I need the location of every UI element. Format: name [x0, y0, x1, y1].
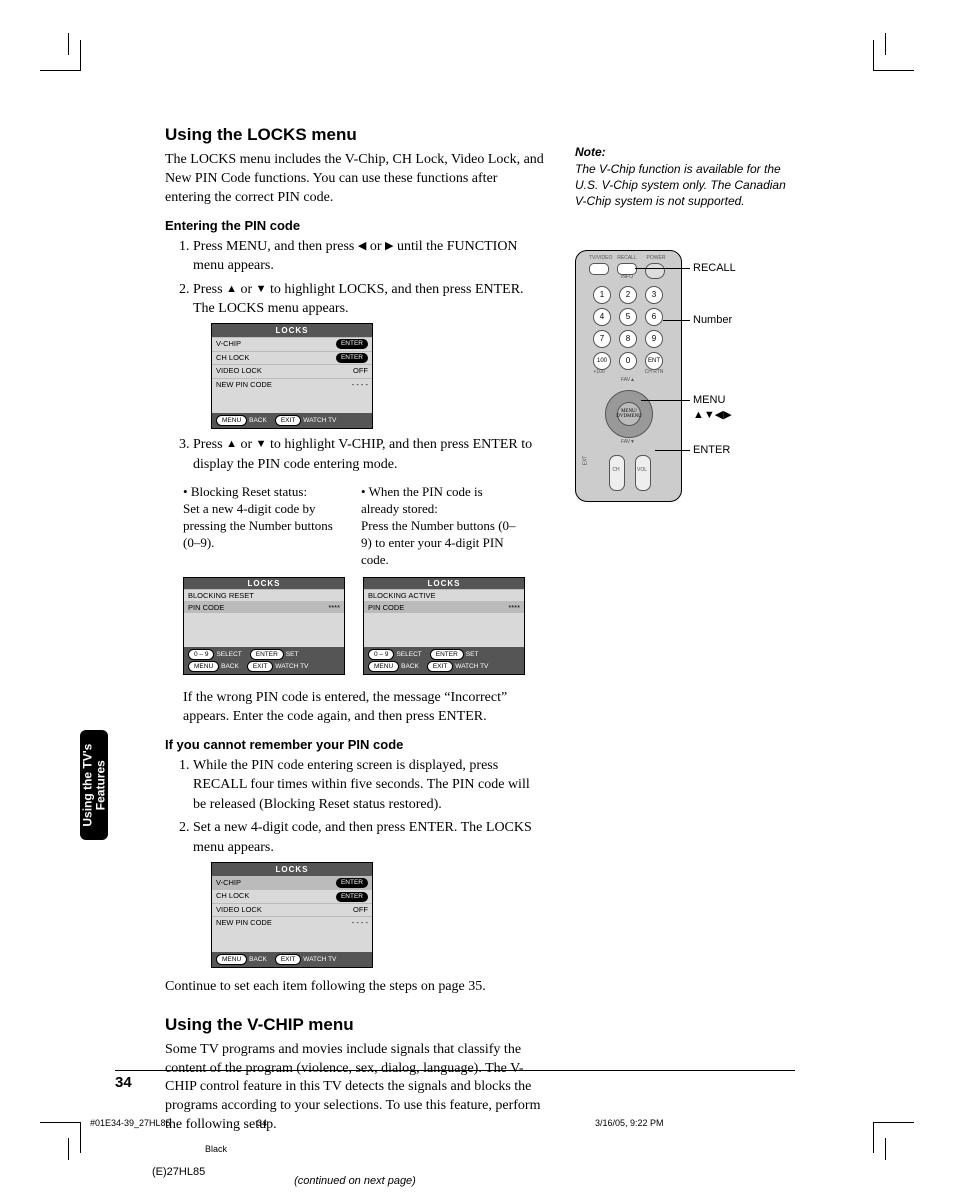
continue-text: Continue to set each item following the … [165, 978, 545, 997]
callout-recall: RECALL [693, 262, 736, 274]
remote-btn-5: 5 [619, 308, 637, 326]
crop-mark-tl [40, 40, 81, 71]
osd-title: LOCKS [212, 324, 372, 337]
remote-btn-1: 1 [593, 286, 611, 304]
heading-entering-pin: Entering the PIN code [165, 218, 545, 233]
osd-locks-menu-2: LOCKS V-CHIPENTER CH LOCKENTER VIDEO LOC… [211, 862, 373, 968]
remote-btn-9: 9 [645, 330, 663, 348]
heading-vchip: Using the V-CHIP menu [165, 1015, 545, 1035]
forgot-step-2: Set a new 4-digit code, and then press E… [193, 818, 545, 967]
callout-enter: ENTER [693, 444, 730, 456]
footer-page: 34 [257, 1118, 267, 1128]
down-arrow-icon: ▼ [256, 438, 267, 450]
remote-btn-ent: ENT [645, 352, 663, 370]
remote-btn-100: 100 [593, 352, 611, 370]
remote-btn-7: 7 [593, 330, 611, 348]
bullet-stored: • When the PIN code is already stored: P… [361, 484, 521, 568]
bullet-reset: • Blocking Reset status: Set a new 4-dig… [183, 484, 343, 568]
remote-diagram: TV/VIDEO RECALL POWER INFO 1 2 3 4 5 6 7… [575, 250, 680, 500]
crop-mark [68, 33, 69, 55]
callout-menu: MENU [693, 394, 725, 406]
osd-locks-menu: LOCKS V-CHIPENTER CH LOCKENTER VIDEO LOC… [211, 323, 373, 429]
vchip-body: Some TV programs and movies include sign… [165, 1041, 545, 1135]
crop-mark [68, 1138, 69, 1160]
crop-mark-tr [873, 40, 914, 71]
remote-btn-2: 2 [619, 286, 637, 304]
crop-mark-bl [40, 1122, 81, 1153]
crop-mark-br [873, 1122, 914, 1153]
chapter-tab: Using the TV's Features [80, 730, 108, 840]
footer-doc: (E)27HL85 [152, 1166, 205, 1178]
remote-ch-rocker [609, 455, 625, 491]
footer-timestamp: 3/16/05, 9:22 PM [595, 1118, 664, 1128]
footer-file: #01E34-39_27HL85 [90, 1118, 171, 1128]
footer-black: Black [205, 1144, 227, 1154]
remote-btn-8: 8 [619, 330, 637, 348]
note-body: The V-Chip function is available for the… [575, 161, 795, 210]
step-2: Press ▲ or ▼ to highlight LOCKS, and the… [193, 280, 545, 429]
remote-btn-3: 3 [645, 286, 663, 304]
page-rule [115, 1070, 795, 1071]
up-arrow-icon: ▲ [226, 438, 237, 450]
continued-text: (continued on next page) [165, 1175, 545, 1187]
down-arrow-icon: ▼ [256, 283, 267, 295]
wrong-pin-text: If the wrong PIN code is entered, the me… [183, 689, 545, 727]
heading-forgot-pin: If you cannot remember your PIN code [165, 737, 545, 752]
osd-blocking-active: LOCKS BLOCKING ACTIVE PIN CODE**** 0 – 9… [363, 577, 525, 675]
remote-btn-0: 0 [619, 352, 637, 370]
page-number: 34 [115, 1074, 132, 1091]
remote-btn-4: 4 [593, 308, 611, 326]
remote-menu-button: MENU/ DVDMENU [617, 402, 641, 426]
crop-mark [885, 33, 886, 55]
note-heading: Note: [575, 145, 795, 159]
osd-blocking-reset: LOCKS BLOCKING RESET PIN CODE**** 0 – 9S… [183, 577, 345, 675]
step-1: Press MENU, and then press ◀ or ▶ until … [193, 237, 545, 276]
callout-number: Number [693, 314, 732, 326]
heading-locks: Using the LOCKS menu [165, 125, 545, 145]
locks-intro: The LOCKS menu includes the V-Chip, CH L… [165, 151, 545, 208]
remote-btn-6: 6 [645, 308, 663, 326]
crop-mark [885, 1138, 886, 1160]
forgot-step-1: While the PIN code entering screen is di… [193, 756, 545, 815]
up-arrow-icon: ▲ [226, 283, 237, 295]
remote-vol-rocker [635, 455, 651, 491]
step-3: Press ▲ or ▼ to highlight V-CHIP, and th… [193, 435, 545, 474]
callout-arrows: ▲▼◀▶ [693, 408, 732, 421]
chapter-tab-text: Using the TV's Features [81, 744, 107, 827]
